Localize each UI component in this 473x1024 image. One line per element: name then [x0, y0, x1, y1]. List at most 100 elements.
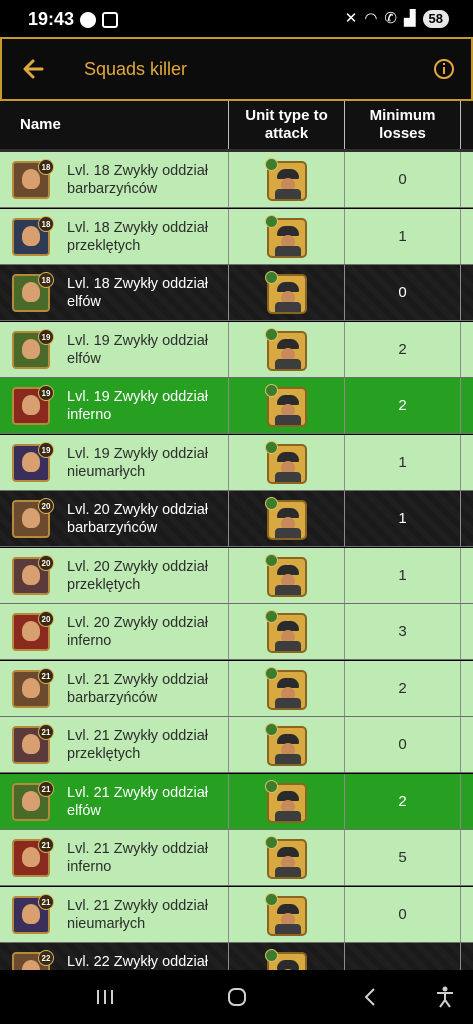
- table-row[interactable]: 18 Lvl. 18 Zwykły oddział barbarzyńców 0: [0, 152, 473, 208]
- unit-portrait: [22, 904, 40, 924]
- table-row[interactable]: 19 Lvl. 19 Zwykły oddział elfów 2: [0, 322, 473, 378]
- cell-losses: 1: [345, 435, 461, 490]
- unit-portrait: [22, 791, 40, 811]
- cell-losses: 3: [345, 604, 461, 659]
- cell-unit-type: [229, 548, 345, 603]
- level-badge: 19: [38, 442, 54, 458]
- unit-portrait: [22, 960, 40, 970]
- cell-extra: [461, 774, 473, 829]
- accessibility-button[interactable]: [430, 982, 460, 1012]
- cell-extra: [461, 604, 473, 659]
- unit-name: Lvl. 21 Zwykły oddział nieumarłych: [67, 898, 209, 932]
- unit-portrait: [22, 734, 40, 754]
- cell-unit-type: [229, 661, 345, 716]
- table-row[interactable]: 21 Lvl. 21 Zwykły oddział elfów 2: [0, 774, 473, 830]
- unit-name: Lvl. 21 Zwykły oddział inferno: [67, 841, 209, 875]
- info-icon: [434, 59, 454, 79]
- unit-tier-badge: [265, 158, 278, 171]
- wifi-icon: ◠: [364, 10, 378, 27]
- column-header-extra: [461, 101, 473, 149]
- unit-name: Lvl. 18 Zwykły oddział elfów: [67, 276, 209, 310]
- table-row[interactable]: 20 Lvl. 20 Zwykły oddział inferno 3: [0, 604, 473, 660]
- table-row[interactable]: 19 Lvl. 19 Zwykły oddział nieumarłych 1: [0, 435, 473, 491]
- unit-tier-badge: [265, 441, 278, 454]
- cell-losses: 2: [345, 322, 461, 377]
- table-row[interactable]: 20 Lvl. 20 Zwykły oddział barbarzyńców 1: [0, 491, 473, 547]
- table-row[interactable]: 22 Lvl. 22 Zwykły oddział: [0, 943, 473, 970]
- level-badge: 21: [38, 724, 54, 740]
- cell-unit-type: [229, 774, 345, 829]
- level-badge: 18: [38, 272, 54, 288]
- wifi-call-icon: ✆: [384, 10, 397, 27]
- cell-name: 20 Lvl. 20 Zwykły oddział barbarzyńców: [0, 491, 229, 546]
- table-row[interactable]: 21 Lvl. 21 Zwykły oddział barbarzyńców 2: [0, 661, 473, 717]
- cell-unit-type: [229, 491, 345, 546]
- cell-losses: 1: [345, 209, 461, 264]
- unit-portrait: [22, 395, 40, 415]
- cell-name: 18 Lvl. 18 Zwykły oddział przeklętych: [0, 209, 229, 264]
- unit-portrait: [22, 226, 40, 246]
- target-unit-body: [275, 472, 301, 482]
- table-body[interactable]: 18 Lvl. 18 Zwykły oddział barbarzyńców 0 18…: [0, 152, 473, 970]
- column-header-unit-type[interactable]: Unit type to attack: [229, 101, 345, 149]
- unit-name: Lvl. 22 Zwykły oddział: [67, 954, 209, 970]
- cell-name: 18 Lvl. 18 Zwykły oddział barbarzyńców: [0, 152, 229, 207]
- target-unit-body: [275, 698, 301, 708]
- cell-losses: 0: [345, 887, 461, 942]
- target-unit-body: [275, 641, 301, 651]
- unit-tier-badge: [265, 893, 278, 906]
- recents-button[interactable]: [90, 982, 120, 1012]
- cell-extra: [461, 322, 473, 377]
- home-icon: [228, 988, 246, 1006]
- cell-losses: 5: [345, 830, 461, 885]
- table-row[interactable]: 21 Lvl. 21 Zwykły oddział nieumarłych 0: [0, 887, 473, 943]
- cell-extra: [461, 887, 473, 942]
- info-button[interactable]: [433, 58, 455, 80]
- cell-name: 19 Lvl. 19 Zwykły oddział elfów: [0, 322, 229, 377]
- cell-name: 21 Lvl. 21 Zwykły oddział inferno: [0, 830, 229, 885]
- system-back-button[interactable]: [355, 982, 385, 1012]
- unit-name: Lvl. 18 Zwykły oddział barbarzyńców: [67, 163, 209, 197]
- unit-tier-badge: [265, 949, 278, 962]
- table-row[interactable]: 19 Lvl. 19 Zwykły oddział inferno 2: [0, 378, 473, 434]
- accessibility-icon: [437, 986, 453, 1008]
- table-row[interactable]: 18 Lvl. 18 Zwykły oddział elfów 0: [0, 265, 473, 321]
- cell-name: 21 Lvl. 21 Zwykły oddział elfów: [0, 774, 229, 829]
- level-badge: 19: [38, 385, 54, 401]
- table-row[interactable]: 20 Lvl. 20 Zwykły oddział przeklętych 1: [0, 548, 473, 604]
- cell-unit-type: [229, 209, 345, 264]
- cell-losses: [345, 943, 461, 970]
- table-row[interactable]: 21 Lvl. 21 Zwykły oddział inferno 5: [0, 830, 473, 886]
- cell-name: 19 Lvl. 19 Zwykły oddział inferno: [0, 378, 229, 433]
- column-header-name[interactable]: Name: [0, 101, 229, 149]
- unit-tier-badge: [265, 610, 278, 623]
- cell-unit-type: [229, 830, 345, 885]
- unit-tier-badge: [265, 497, 278, 510]
- cell-losses: 1: [345, 491, 461, 546]
- cell-extra: [461, 491, 473, 546]
- unit-portrait: [22, 847, 40, 867]
- arrow-left-icon: [23, 59, 44, 79]
- cell-name: 21 Lvl. 21 Zwykły oddział barbarzyńców: [0, 661, 229, 716]
- unit-portrait: [22, 339, 40, 359]
- target-unit-body: [275, 246, 301, 256]
- level-badge: 21: [38, 668, 54, 684]
- level-badge: 18: [38, 159, 54, 175]
- table-row[interactable]: 18 Lvl. 18 Zwykły oddział przeklętych 1: [0, 209, 473, 265]
- cell-unit-type: [229, 717, 345, 772]
- unit-tier-badge: [265, 780, 278, 793]
- cell-extra: [461, 378, 473, 433]
- cell-name: 20 Lvl. 20 Zwykły oddział przeklętych: [0, 548, 229, 603]
- unit-portrait: [22, 169, 40, 189]
- target-unit-body: [275, 867, 301, 877]
- cell-unit-type: [229, 378, 345, 433]
- cell-losses: 2: [345, 774, 461, 829]
- status-bar: 19:43 ✕ ◠ ✆ ▟ 58: [0, 0, 473, 40]
- column-header-losses[interactable]: Minimum losses: [345, 101, 461, 149]
- home-button[interactable]: [222, 982, 252, 1012]
- target-unit-body: [275, 302, 301, 312]
- table-row[interactable]: 21 Lvl. 21 Zwykły oddział przeklętych 0: [0, 717, 473, 773]
- battery-indicator: 58: [422, 10, 449, 28]
- back-button[interactable]: [20, 55, 48, 83]
- level-badge: 18: [38, 216, 54, 232]
